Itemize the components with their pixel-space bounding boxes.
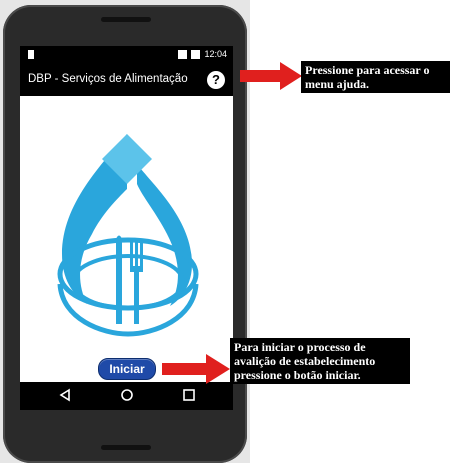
start-arrow-icon xyxy=(162,354,230,384)
start-annotation: Para iniciar o processo de avalição de e… xyxy=(230,338,410,384)
status-time: 12:04 xyxy=(204,49,227,59)
help-icon: ? xyxy=(212,72,220,87)
app-title: DBP - Serviços de Alimentação xyxy=(28,73,188,85)
help-arrow-icon xyxy=(240,62,302,90)
bottom-speaker xyxy=(101,445,151,450)
help-annotation: Pressione para acessar o menu ajuda. xyxy=(301,61,450,93)
status-icons: 12:04 xyxy=(178,49,227,59)
signal-icon xyxy=(178,49,188,59)
main-content: Iniciar xyxy=(20,96,233,382)
navigation-bar xyxy=(20,382,233,410)
restaurant-logo-icon xyxy=(57,134,199,337)
battery-icon xyxy=(191,49,201,59)
earpiece-speaker xyxy=(101,17,151,22)
home-icon[interactable] xyxy=(120,388,134,402)
start-button[interactable]: Iniciar xyxy=(98,358,156,380)
back-icon[interactable] xyxy=(58,388,72,402)
recent-apps-icon[interactable] xyxy=(182,388,196,402)
status-bar: 12:04 xyxy=(20,46,233,64)
app-bar: DBP - Serviços de Alimentação ? xyxy=(20,64,233,96)
notification-icon xyxy=(28,50,34,59)
help-button[interactable]: ? xyxy=(207,71,225,89)
